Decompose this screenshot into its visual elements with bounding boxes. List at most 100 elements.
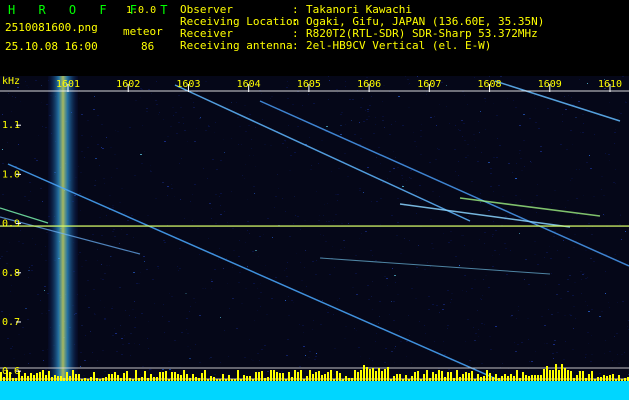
spectrogram-svg: kHz 1.11.00.90.80.70.6 1601 1602 1603 1604 1… xyxy=(0,76,629,400)
noise-speck xyxy=(495,230,497,231)
noise-speck xyxy=(531,361,533,362)
noise-speck xyxy=(580,132,581,133)
noise-speck xyxy=(124,335,125,336)
power-bar xyxy=(156,377,158,381)
noise-speck xyxy=(551,314,553,315)
noise-speck xyxy=(263,234,264,235)
noise-speck xyxy=(79,252,81,253)
noise-speck xyxy=(45,369,47,370)
noise-speck xyxy=(255,127,256,128)
noise-speck xyxy=(215,122,216,123)
noise-speck xyxy=(111,308,113,309)
noise-speck xyxy=(344,247,345,248)
noise-speck xyxy=(152,279,154,280)
noise-speck xyxy=(189,377,191,378)
noise-speck xyxy=(566,149,568,150)
power-bar xyxy=(510,374,512,381)
noise-speck xyxy=(565,109,567,110)
noise-speck xyxy=(305,250,306,251)
noise-speck xyxy=(523,140,525,141)
noise-speck xyxy=(134,343,135,344)
power-bar xyxy=(276,372,278,381)
noise-speck xyxy=(2,163,4,164)
noise-speck xyxy=(178,122,180,123)
noise-speck xyxy=(148,348,149,349)
noise-speck xyxy=(293,223,294,224)
power-bar xyxy=(603,375,605,381)
power-bar xyxy=(60,376,62,381)
noise-speck xyxy=(553,344,555,345)
noise-speck xyxy=(247,230,248,231)
noise-speck xyxy=(124,213,126,214)
noise-speck xyxy=(444,354,446,355)
noise-speck xyxy=(24,354,25,355)
power-bar xyxy=(411,376,413,381)
noise-speck xyxy=(450,302,451,303)
noise-speck xyxy=(362,98,363,99)
noise-speck xyxy=(402,186,404,187)
noise-speck xyxy=(312,329,313,330)
noise-speck xyxy=(121,188,123,189)
noise-speck xyxy=(379,301,381,302)
noise-speck xyxy=(492,255,493,256)
power-bar xyxy=(375,371,377,381)
noise-speck xyxy=(615,129,616,130)
noise-speck xyxy=(158,114,159,115)
noise-speck xyxy=(121,338,123,339)
noise-speck xyxy=(200,117,201,118)
noise-speck xyxy=(286,268,287,269)
noise-speck xyxy=(520,199,521,200)
noise-speck xyxy=(321,140,323,141)
noise-speck xyxy=(410,170,412,171)
power-bar xyxy=(486,370,488,381)
noise-speck xyxy=(211,288,212,289)
noise-speck xyxy=(215,223,217,224)
noise-speck xyxy=(493,103,494,104)
noise-speck xyxy=(614,254,616,255)
noise-speck xyxy=(389,134,391,135)
noise-speck xyxy=(484,243,485,244)
noise-speck xyxy=(614,143,615,144)
noise-speck xyxy=(219,196,220,197)
power-bar xyxy=(303,379,305,381)
noise-speck xyxy=(104,273,106,274)
noise-speck xyxy=(253,155,254,156)
noise-speck xyxy=(285,141,286,142)
noise-speck xyxy=(490,173,492,174)
noise-speck xyxy=(500,76,502,77)
power-bar xyxy=(174,372,176,381)
noise-speck xyxy=(582,114,584,115)
power-bar xyxy=(516,370,518,381)
power-bar xyxy=(330,370,332,381)
noise-speck xyxy=(516,163,517,164)
noise-speck xyxy=(119,287,121,288)
power-bar xyxy=(258,372,260,381)
noise-speck xyxy=(299,324,300,325)
noise-speck xyxy=(192,194,193,195)
noise-speck xyxy=(132,309,134,310)
noise-speck xyxy=(170,126,172,127)
noise-speck xyxy=(18,334,20,335)
noise-speck xyxy=(210,357,212,358)
power-bar xyxy=(96,378,98,381)
time-tick-label: 1605 xyxy=(297,79,321,90)
noise-speck xyxy=(150,170,151,171)
noise-speck xyxy=(223,268,224,269)
noise-speck xyxy=(480,111,481,112)
noise-speck xyxy=(42,350,44,351)
power-bar xyxy=(471,371,473,381)
noise-speck xyxy=(259,360,260,361)
noise-speck xyxy=(420,130,422,131)
noise-speck xyxy=(593,196,595,197)
noise-speck xyxy=(492,266,494,267)
noise-speck xyxy=(167,186,169,187)
noise-speck xyxy=(467,104,468,105)
noise-speck xyxy=(434,116,435,117)
noise-speck xyxy=(568,257,570,258)
noise-speck xyxy=(617,221,618,222)
noise-speck xyxy=(87,147,89,148)
time-tick-label: 1610 xyxy=(598,79,622,90)
noise-speck xyxy=(83,375,85,376)
power-bar xyxy=(459,377,461,381)
noise-speck xyxy=(80,352,82,353)
